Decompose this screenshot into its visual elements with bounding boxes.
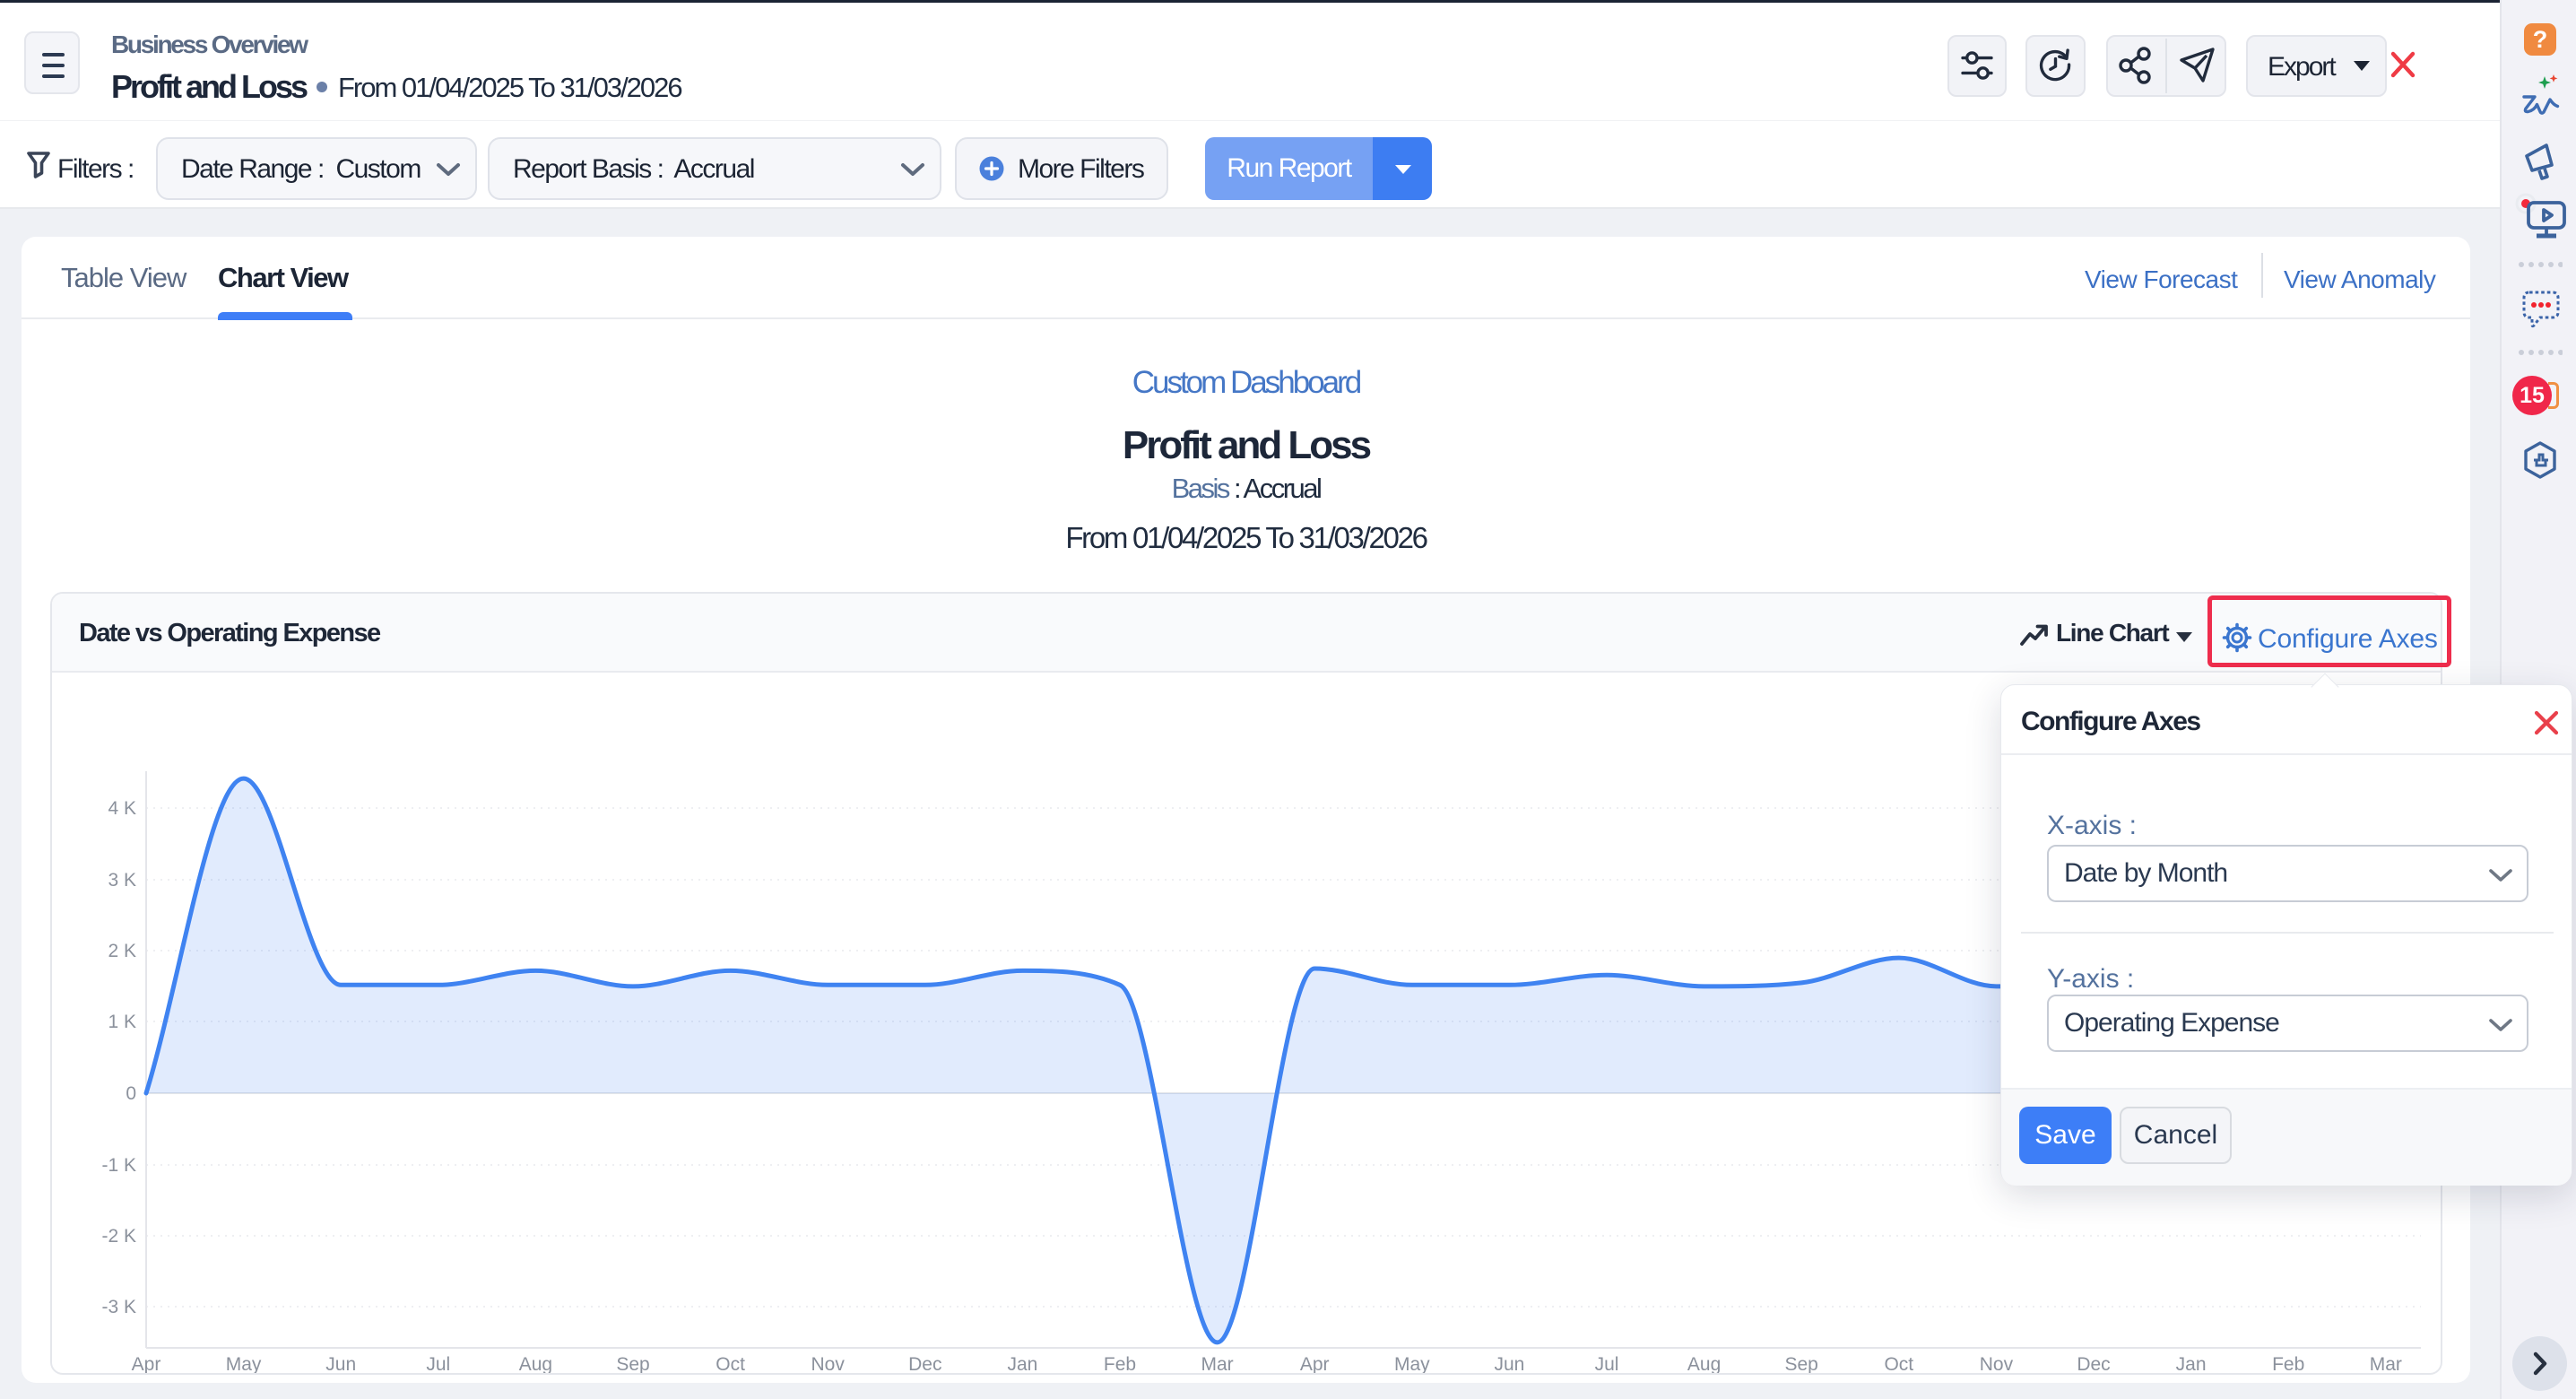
svg-text:Nov: Nov [811,1354,846,1373]
svg-text:-2 K: -2 K [101,1226,136,1247]
svg-text:Jan: Jan [1007,1354,1037,1373]
svg-text:Apr: Apr [132,1354,161,1373]
svg-text:Aug: Aug [519,1354,552,1373]
svg-text:Sep: Sep [1785,1354,1818,1373]
svg-text:-1 K: -1 K [101,1155,136,1176]
svg-text:0: 0 [126,1083,136,1104]
svg-text:Dec: Dec [908,1354,941,1373]
svg-text:-3 K: -3 K [101,1297,136,1317]
svg-text:4 K: 4 K [108,798,136,819]
svg-text:1 K: 1 K [108,1012,136,1032]
svg-text:Jun: Jun [1494,1354,1524,1373]
svg-text:May: May [1394,1354,1430,1373]
svg-text:Jan: Jan [2176,1354,2207,1373]
svg-text:Apr: Apr [1300,1354,1330,1373]
svg-text:Jul: Jul [426,1354,450,1373]
svg-text:Jul: Jul [1595,1354,1619,1373]
svg-text:Oct: Oct [1884,1354,1913,1373]
svg-text:Feb: Feb [1104,1354,1136,1373]
svg-text:Sep: Sep [616,1354,649,1373]
svg-text:Dec: Dec [2077,1354,2110,1373]
svg-text:Oct: Oct [716,1354,745,1373]
svg-text:Mar: Mar [1201,1354,1234,1373]
svg-text:Feb: Feb [2272,1354,2304,1373]
svg-text:Nov: Nov [1980,1354,2014,1373]
svg-text:3 K: 3 K [108,870,136,891]
svg-text:May: May [226,1354,262,1373]
svg-text:Mar: Mar [2370,1354,2402,1373]
svg-text:2 K: 2 K [108,941,136,961]
svg-text:Aug: Aug [1687,1354,1721,1373]
svg-text:Jun: Jun [325,1354,356,1373]
